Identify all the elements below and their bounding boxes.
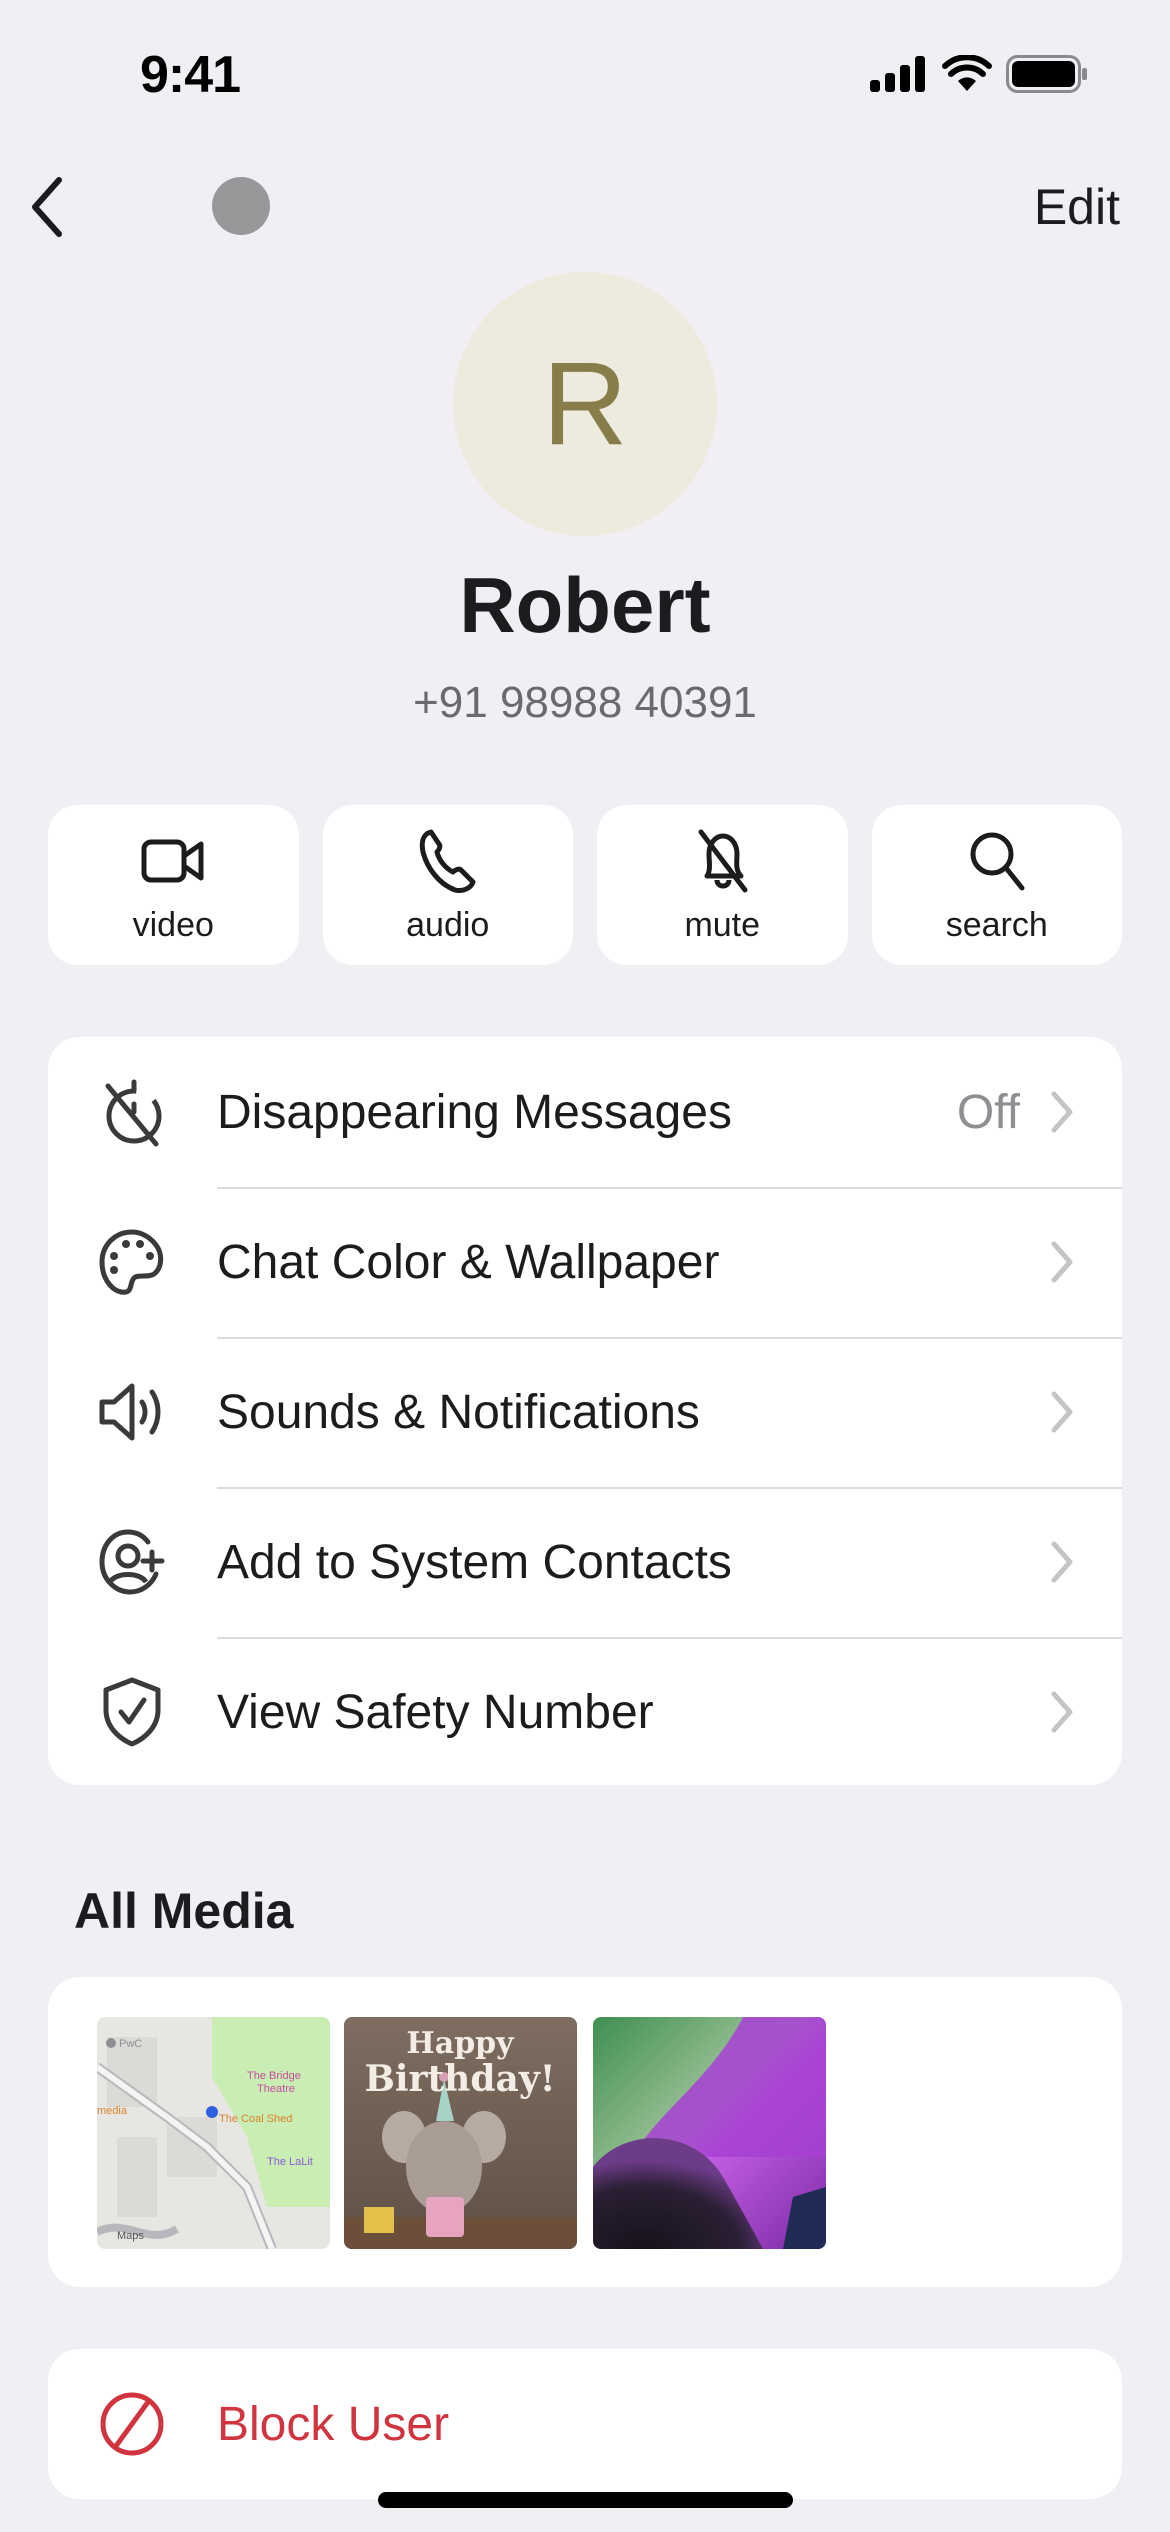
map-label: PwC [119, 2038, 142, 2050]
sounds-notifications-row[interactable]: Sounds & Notifications [48, 1337, 1122, 1487]
contact-name: Robert [459, 561, 711, 649]
status-icons [870, 55, 1088, 93]
back-button[interactable] [22, 172, 72, 242]
chevron-right-icon [1051, 1091, 1073, 1133]
block-icon [100, 2392, 164, 2456]
row-label: Disappearing Messages [217, 1085, 732, 1139]
map-label: Maps [117, 2230, 144, 2242]
add-to-contacts-row[interactable]: Add to System Contacts [48, 1487, 1122, 1637]
bell-slash-icon [698, 829, 748, 892]
video-camera-icon [141, 839, 204, 882]
gif-caption-line1: Happy [406, 2026, 515, 2061]
action-label: audio [406, 905, 490, 944]
disappearing-messages-row[interactable]: Disappearing Messages Off [48, 1037, 1122, 1187]
cellular-signal-icon [870, 56, 925, 92]
mute-button[interactable]: mute [597, 805, 848, 965]
wifi-icon [942, 55, 992, 91]
media-thumb-map[interactable]: PwC The Bridge Theatre media The Coal Sh… [97, 2017, 330, 2249]
contact-phone: +91 98988 40391 [413, 678, 757, 727]
media-gallery: PwC The Bridge Theatre media The Coal Sh… [48, 1977, 1122, 2287]
avatar[interactable]: R [453, 272, 717, 536]
all-media-heading: All Media [74, 1883, 294, 1939]
action-label: video [132, 905, 214, 944]
block-user-card: Block User [48, 2349, 1122, 2499]
edit-button[interactable]: Edit [1034, 178, 1120, 236]
search-icon [970, 832, 1025, 890]
timer-off-icon [105, 1079, 162, 1147]
row-label: Sounds & Notifications [217, 1385, 700, 1439]
avatar-initial: R [542, 338, 628, 470]
chevron-right-icon [1051, 1241, 1073, 1283]
palette-icon [99, 1229, 164, 1295]
map-label: The Bridge [247, 2070, 301, 2082]
nav-avatar-placeholder [212, 177, 270, 235]
row-label: View Safety Number [217, 1685, 654, 1739]
shield-check-icon [103, 1677, 161, 1747]
row-label: Add to System Contacts [217, 1535, 732, 1589]
chevron-left-icon [32, 177, 62, 237]
audio-call-button[interactable]: audio [322, 805, 573, 965]
video-call-button[interactable]: video [48, 805, 299, 965]
map-label: Theatre [257, 2083, 295, 2095]
phone-icon [419, 829, 476, 893]
wallpaper-thumbnail [593, 2017, 826, 2249]
action-label: search [945, 905, 1048, 944]
map-label: The LaLit [267, 2156, 313, 2168]
quick-actions: video audio mute search [48, 805, 1122, 965]
gif-caption-line2: Birthday! [364, 2058, 555, 2100]
row-value: Off [956, 1085, 1020, 1139]
block-user-label: Block User [217, 2397, 450, 2451]
media-thumb-wallpaper[interactable] [593, 2017, 826, 2249]
row-label: Chat Color & Wallpaper [217, 1235, 720, 1289]
map-label: media [97, 2105, 128, 2117]
media-thumb-gif[interactable]: Happy Birthday! [344, 2017, 577, 2249]
speaker-icon [99, 1383, 161, 1441]
map-label: The Coal Shed [219, 2113, 292, 2125]
chevron-right-icon [1051, 1391, 1073, 1433]
chevron-right-icon [1051, 1691, 1073, 1733]
view-safety-number-row[interactable]: View Safety Number [48, 1637, 1122, 1785]
map-thumbnail: PwC The Bridge Theatre media The Coal Sh… [97, 2017, 330, 2249]
action-label: mute [684, 905, 761, 944]
birthday-gif-thumbnail: Happy Birthday! [344, 2017, 577, 2249]
settings-list: Disappearing Messages Off Chat Color & W… [48, 1037, 1122, 1785]
chat-color-wallpaper-row[interactable]: Chat Color & Wallpaper [48, 1187, 1122, 1337]
status-time: 9:41 [140, 46, 241, 104]
person-add-icon [99, 1529, 165, 1595]
block-user-button[interactable]: Block User [48, 2349, 1122, 2499]
home-indicator[interactable] [378, 2492, 793, 2508]
search-button[interactable]: search [871, 805, 1122, 965]
chevron-right-icon [1051, 1541, 1073, 1583]
battery-icon [1006, 55, 1087, 93]
